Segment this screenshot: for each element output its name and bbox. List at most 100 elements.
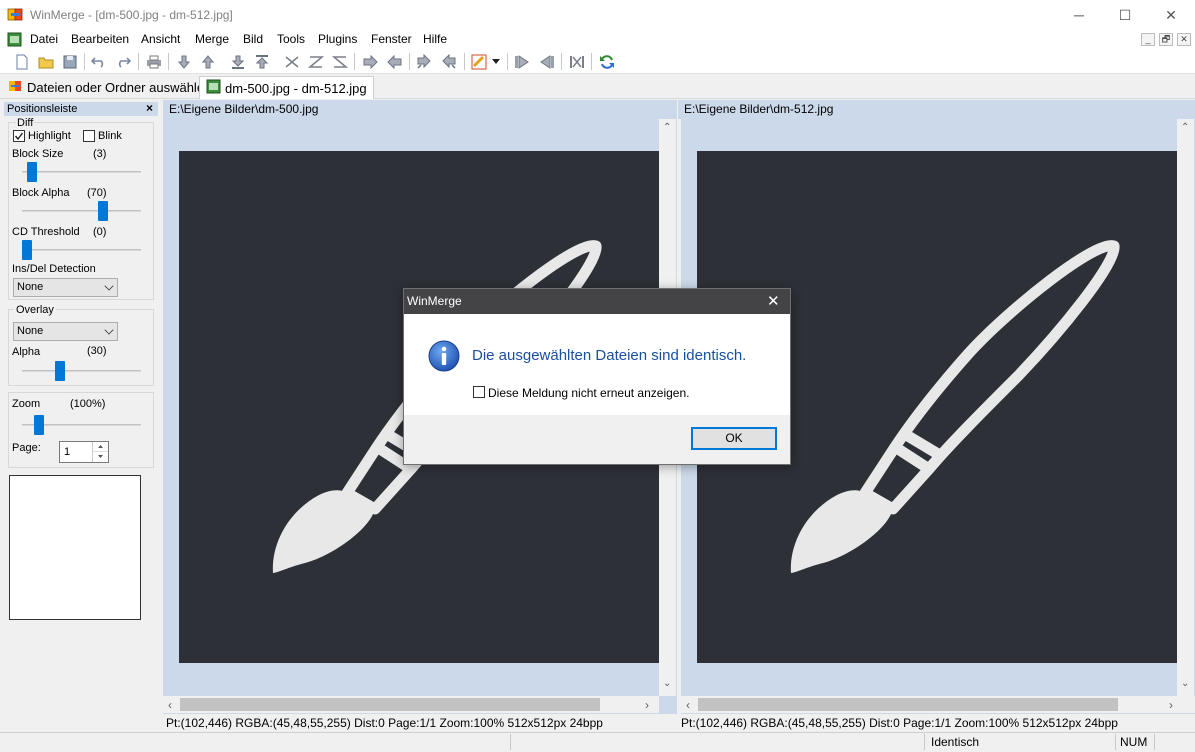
all-right-icon[interactable] [331, 53, 349, 70]
scroll-down-icon[interactable]: ⌄ [1181, 678, 1189, 689]
dont-show-again-checkbox[interactable] [473, 386, 485, 398]
highlight-checkbox[interactable] [13, 130, 25, 142]
chevron-down-icon [104, 281, 114, 291]
scroll-down-icon[interactable]: ⌄ [663, 678, 671, 689]
prev-diff-icon[interactable] [199, 53, 217, 70]
open-icon[interactable] [37, 53, 55, 70]
minimize-button[interactable]: ─ [1056, 0, 1102, 30]
zoom-slider-thumb[interactable] [34, 415, 44, 435]
right-file-path: E:\Eigene Bilder\dm-512.jpg [678, 100, 1195, 119]
insdel-detection-dropdown[interactable]: None [13, 278, 118, 297]
open-folder-icon [8, 79, 23, 96]
menu-hilfe[interactable]: Hilfe [423, 32, 447, 46]
spin-up-button[interactable] [93, 442, 108, 452]
block-size-slider-track[interactable] [22, 171, 141, 173]
copy-right-advance-icon[interactable] [415, 53, 433, 70]
next-diff-icon[interactable] [175, 53, 193, 70]
dialog-title: WinMerge [407, 294, 462, 308]
prev-file-icon[interactable] [538, 53, 556, 70]
block-alpha-slider-track[interactable] [22, 210, 141, 212]
comparison-status: Identisch [931, 735, 980, 749]
dialog-close-button[interactable]: ✕ [767, 292, 780, 310]
chevron-down-icon [104, 325, 114, 335]
next-file-icon[interactable] [513, 53, 531, 70]
menu-tools[interactable]: Tools [277, 32, 305, 46]
status-bar [0, 732, 1195, 752]
left-horizontal-scrollbar[interactable]: ‹ › [163, 696, 659, 713]
window-title: WinMerge - [dm-500.jpg - dm-512.jpg] [30, 8, 233, 22]
location-preview[interactable] [9, 475, 141, 620]
dropdown-icon[interactable] [490, 53, 502, 70]
blink-label: Blink [98, 130, 122, 142]
redo-icon[interactable] [114, 53, 132, 70]
close-window-button[interactable]: ✕ [1148, 0, 1194, 30]
block-size-slider-thumb[interactable] [27, 162, 37, 182]
menu-bild[interactable]: Bild [243, 32, 263, 46]
all-left-icon[interactable] [307, 53, 325, 70]
alpha-label: Alpha [12, 346, 41, 358]
save-icon[interactable] [61, 53, 79, 70]
menu-bearbeiten[interactable]: Bearbeiten [71, 32, 129, 46]
toolbar-separator [507, 53, 508, 70]
menu-fenster[interactable]: Fenster [371, 32, 412, 46]
page-spin-buttons [92, 442, 108, 462]
scroll-up-icon[interactable]: ⌃ [1181, 122, 1189, 133]
right-horizontal-scrollbar[interactable]: ‹ › [681, 696, 1195, 713]
options-icon[interactable] [470, 53, 488, 70]
tab-label: dm-500.jpg - dm-512.jpg [225, 80, 367, 96]
overlay-dropdown[interactable]: None [13, 322, 118, 341]
status-separator [1154, 734, 1155, 750]
new-icon[interactable] [13, 53, 31, 70]
spin-down-button[interactable] [93, 452, 108, 462]
num-lock-indicator: NUM [1120, 735, 1148, 749]
undo-icon[interactable] [90, 53, 108, 70]
last-diff-icon[interactable] [253, 53, 271, 70]
right-horizontal-scroll-thumb[interactable] [698, 698, 1118, 711]
menu-plugins[interactable]: Plugins [318, 32, 357, 46]
left-pixel-info: Pt:(102,446) RGBA:(45,48,55,255) Dist:0 … [163, 714, 677, 732]
scroll-right-icon[interactable]: › [1169, 698, 1173, 712]
right-vertical-scrollbar[interactable]: ⌃ ⌄ [1177, 119, 1194, 696]
zoom-label: Zoom [12, 398, 41, 410]
mdi-restore-button[interactable]: 🗗 [1159, 33, 1173, 46]
toolbar-separator [464, 53, 465, 70]
tab-open-selection[interactable]: Dateien oder Ordner auswählen [2, 76, 217, 99]
compare-icon[interactable] [568, 53, 586, 70]
scroll-left-icon[interactable]: ‹ [686, 698, 690, 712]
tab-image-compare[interactable]: dm-500.jpg - dm-512.jpg [199, 76, 374, 99]
scroll-right-icon[interactable]: › [645, 698, 649, 712]
alpha-slider-thumb[interactable] [55, 361, 65, 381]
mdi-close-button[interactable]: ✕ [1177, 33, 1191, 46]
toolbar-separator [591, 53, 592, 70]
menu-merge[interactable]: Merge [195, 32, 229, 46]
copy-right-icon[interactable] [361, 53, 379, 70]
cd-threshold-slider-thumb[interactable] [22, 240, 32, 260]
page-label: Page: [12, 442, 41, 454]
first-diff-icon[interactable] [229, 53, 247, 70]
menu-ansicht[interactable]: Ansicht [141, 32, 180, 46]
zoom-value: (100%) [70, 398, 106, 410]
highlight-label: Highlight [28, 130, 71, 142]
location-pane-close-button[interactable]: × [146, 101, 153, 115]
document-menu-icon[interactable] [7, 32, 22, 47]
maximize-button[interactable]: ☐ [1102, 0, 1148, 30]
menu-datei[interactable]: Datei [30, 32, 58, 46]
ok-button[interactable]: OK [691, 427, 777, 450]
cd-threshold-slider-track[interactable] [22, 249, 141, 251]
current-diff-icon[interactable] [283, 53, 301, 70]
copy-left-icon[interactable] [386, 53, 404, 70]
print-icon[interactable] [145, 53, 163, 70]
refresh-icon[interactable] [598, 53, 616, 70]
status-separator [1115, 734, 1116, 750]
scroll-left-icon[interactable]: ‹ [168, 698, 172, 712]
mdi-minimize-button[interactable]: _ [1141, 33, 1155, 46]
copy-left-advance-icon[interactable] [440, 53, 458, 70]
status-separator [924, 734, 925, 750]
block-alpha-slider-thumb[interactable] [98, 201, 108, 221]
winmerge-app-icon[interactable] [7, 7, 23, 23]
alpha-slider-track[interactable] [22, 370, 141, 372]
scroll-up-icon[interactable]: ⌃ [663, 122, 671, 133]
blink-checkbox[interactable] [83, 130, 95, 142]
overlay-value: None [17, 325, 44, 337]
left-horizontal-scroll-thumb[interactable] [180, 698, 600, 711]
